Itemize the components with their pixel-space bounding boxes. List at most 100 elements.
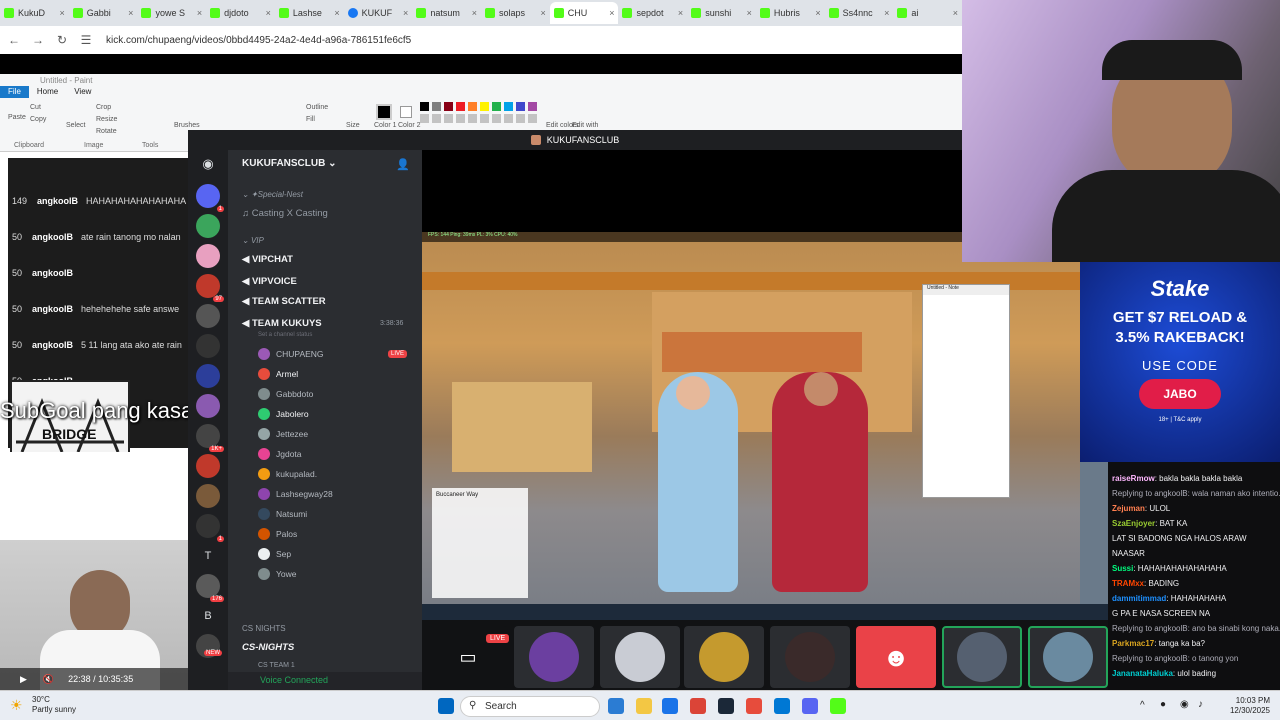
close-tab-icon[interactable]: × — [403, 8, 408, 18]
voice-connected-status[interactable]: Voice Connected — [228, 672, 422, 690]
close-tab-icon[interactable]: × — [747, 8, 752, 18]
taskbar-search[interactable]: ⚲ Search — [460, 696, 600, 717]
cut-button[interactable]: Cut — [30, 104, 41, 111]
color2-swatch[interactable] — [400, 106, 412, 118]
volume-icon[interactable]: ♪ — [1198, 699, 1203, 710]
copilot-icon[interactable] — [608, 698, 624, 714]
palette-swatch[interactable] — [504, 102, 513, 111]
server-icon[interactable]: NEW — [196, 634, 222, 658]
mute-icon[interactable]: 🔇 — [43, 674, 54, 685]
channel-item[interactable]: ◀ VIPCHAT — [242, 254, 293, 265]
browser-tab[interactable]: yowe S × — [137, 2, 206, 24]
palette-swatch[interactable] — [480, 102, 489, 111]
chat-username[interactable]: Sussi — [1112, 564, 1133, 573]
palette-swatch[interactable] — [444, 102, 453, 111]
server-icon[interactable]: 1K+ — [196, 424, 224, 452]
palette-swatch[interactable] — [444, 114, 453, 123]
server-icon[interactable] — [196, 244, 220, 268]
close-tab-icon[interactable]: × — [334, 8, 339, 18]
url-field[interactable]: kick.com/chupaeng/videos/0bbd4495-24a2-4… — [106, 35, 411, 46]
mic-icon[interactable]: ● — [1160, 699, 1166, 710]
palette-swatch[interactable] — [420, 114, 429, 123]
voice-member[interactable]: Jabolero — [258, 408, 309, 420]
browser-tab[interactable]: KUKUF × — [344, 2, 413, 24]
voice-member[interactable]: Gabbdoto — [258, 388, 313, 400]
add-friend-icon[interactable]: 👤 — [396, 158, 410, 171]
close-tab-icon[interactable]: × — [540, 8, 545, 18]
browser-tab[interactable]: KukuD × — [0, 2, 69, 24]
channel-status-hint[interactable]: Set a channel status — [258, 332, 312, 338]
play-icon[interactable]: ▶ — [20, 674, 27, 685]
palette-swatch[interactable] — [516, 114, 525, 123]
channel-item[interactable]: ◀ TEAM KUKUYS — [242, 318, 322, 329]
palette-swatch[interactable] — [432, 102, 441, 111]
windows-start-icon[interactable] — [438, 698, 454, 714]
voice-member[interactable]: Jettezee — [258, 428, 308, 440]
browser-tab[interactable]: sunshi × — [687, 2, 756, 24]
network-icon[interactable]: ◉ — [1180, 699, 1189, 710]
screen-share-tile[interactable]: LIVE ▭ — [428, 626, 510, 688]
chat-username[interactable]: JananataHaluka — [1112, 669, 1173, 678]
channel-item[interactable]: ♫ Casting X Casting — [242, 208, 328, 219]
channel-item[interactable]: ⌄ ✦Special-Nest — [242, 190, 303, 199]
paint-menu-home[interactable]: Home — [29, 86, 66, 98]
channel-item[interactable]: ⌄ VIP — [242, 236, 264, 245]
close-tab-icon[interactable]: × — [884, 8, 889, 18]
close-tab-icon[interactable]: × — [197, 8, 202, 18]
back-icon[interactable]: ← — [4, 33, 24, 47]
channel-item[interactable]: ◀ TEAM SCATTER — [242, 296, 326, 307]
video-tile[interactable] — [770, 626, 850, 688]
paint-menu-view[interactable]: View — [66, 86, 99, 98]
promo-code-button[interactable]: JABO — [1139, 379, 1221, 409]
voice-member[interactable]: Lashsegway28 — [258, 488, 333, 500]
browser-tab[interactable]: djdoto × — [206, 2, 275, 24]
crop-button[interactable]: Crop — [96, 104, 111, 111]
server-icon[interactable] — [196, 334, 220, 358]
video-tile[interactable] — [942, 626, 1022, 688]
paint-menu-file[interactable]: File — [0, 86, 29, 98]
close-tab-icon[interactable]: × — [472, 8, 477, 18]
close-tab-icon[interactable]: × — [678, 8, 683, 18]
voice-member[interactable]: Palos — [258, 528, 297, 540]
server-icon[interactable] — [196, 364, 220, 388]
palette-swatch[interactable] — [528, 102, 537, 111]
palette-swatch[interactable] — [456, 114, 465, 123]
palette-swatch[interactable] — [420, 102, 429, 111]
server-name[interactable]: KUKUFANSCLUB ⌄ — [242, 158, 337, 169]
chrome-profile-icon[interactable] — [690, 698, 706, 714]
browser-tab[interactable]: solaps × — [481, 2, 550, 24]
server-icon[interactable]: B — [196, 604, 220, 628]
color1-swatch[interactable] — [376, 104, 392, 120]
copy-button[interactable]: Copy — [30, 116, 46, 123]
server-icon[interactable]: 1 — [196, 514, 224, 542]
browser-tab[interactable]: Gabbi × — [69, 2, 138, 24]
browser-tab[interactable]: Ss4nnc × — [825, 2, 894, 24]
chat-username[interactable]: raiseRmow — [1112, 474, 1155, 483]
palette-swatch[interactable] — [456, 102, 465, 111]
weather-widget[interactable]: 30°C Partly sunny — [32, 695, 76, 715]
chat-username[interactable]: Parkmac17 — [1112, 639, 1154, 648]
palette-swatch[interactable] — [492, 102, 501, 111]
server-icon[interactable]: 97 — [196, 274, 224, 302]
site-info-icon[interactable]: ☰ — [76, 33, 96, 47]
chrome-icon[interactable] — [662, 698, 678, 714]
video-tile[interactable] — [600, 626, 680, 688]
channel-item[interactable]: CS NIGHTS — [242, 624, 286, 633]
discord-icon[interactable] — [802, 698, 818, 714]
size-button[interactable]: Size — [346, 122, 360, 129]
voice-member[interactable]: Sep — [258, 548, 291, 560]
palette-swatch[interactable] — [480, 114, 489, 123]
voice-member[interactable]: Yowe — [258, 568, 296, 580]
edit-with-button[interactable]: Edit with — [572, 122, 598, 129]
brushes-button[interactable]: Brushes — [174, 122, 200, 129]
channel-item[interactable]: ◀ VIPVOICE — [242, 276, 297, 287]
server-icon[interactable] — [196, 214, 220, 238]
close-tab-icon[interactable]: × — [128, 8, 133, 18]
rotate-button[interactable]: Rotate — [96, 128, 117, 135]
server-icon[interactable] — [196, 394, 220, 418]
discord-home-icon[interactable]: ◉ — [196, 156, 220, 180]
palette-swatch[interactable] — [468, 102, 477, 111]
close-tab-icon[interactable]: × — [266, 8, 271, 18]
outline-button[interactable]: Outline — [306, 104, 328, 111]
server-icon[interactable] — [196, 304, 220, 328]
